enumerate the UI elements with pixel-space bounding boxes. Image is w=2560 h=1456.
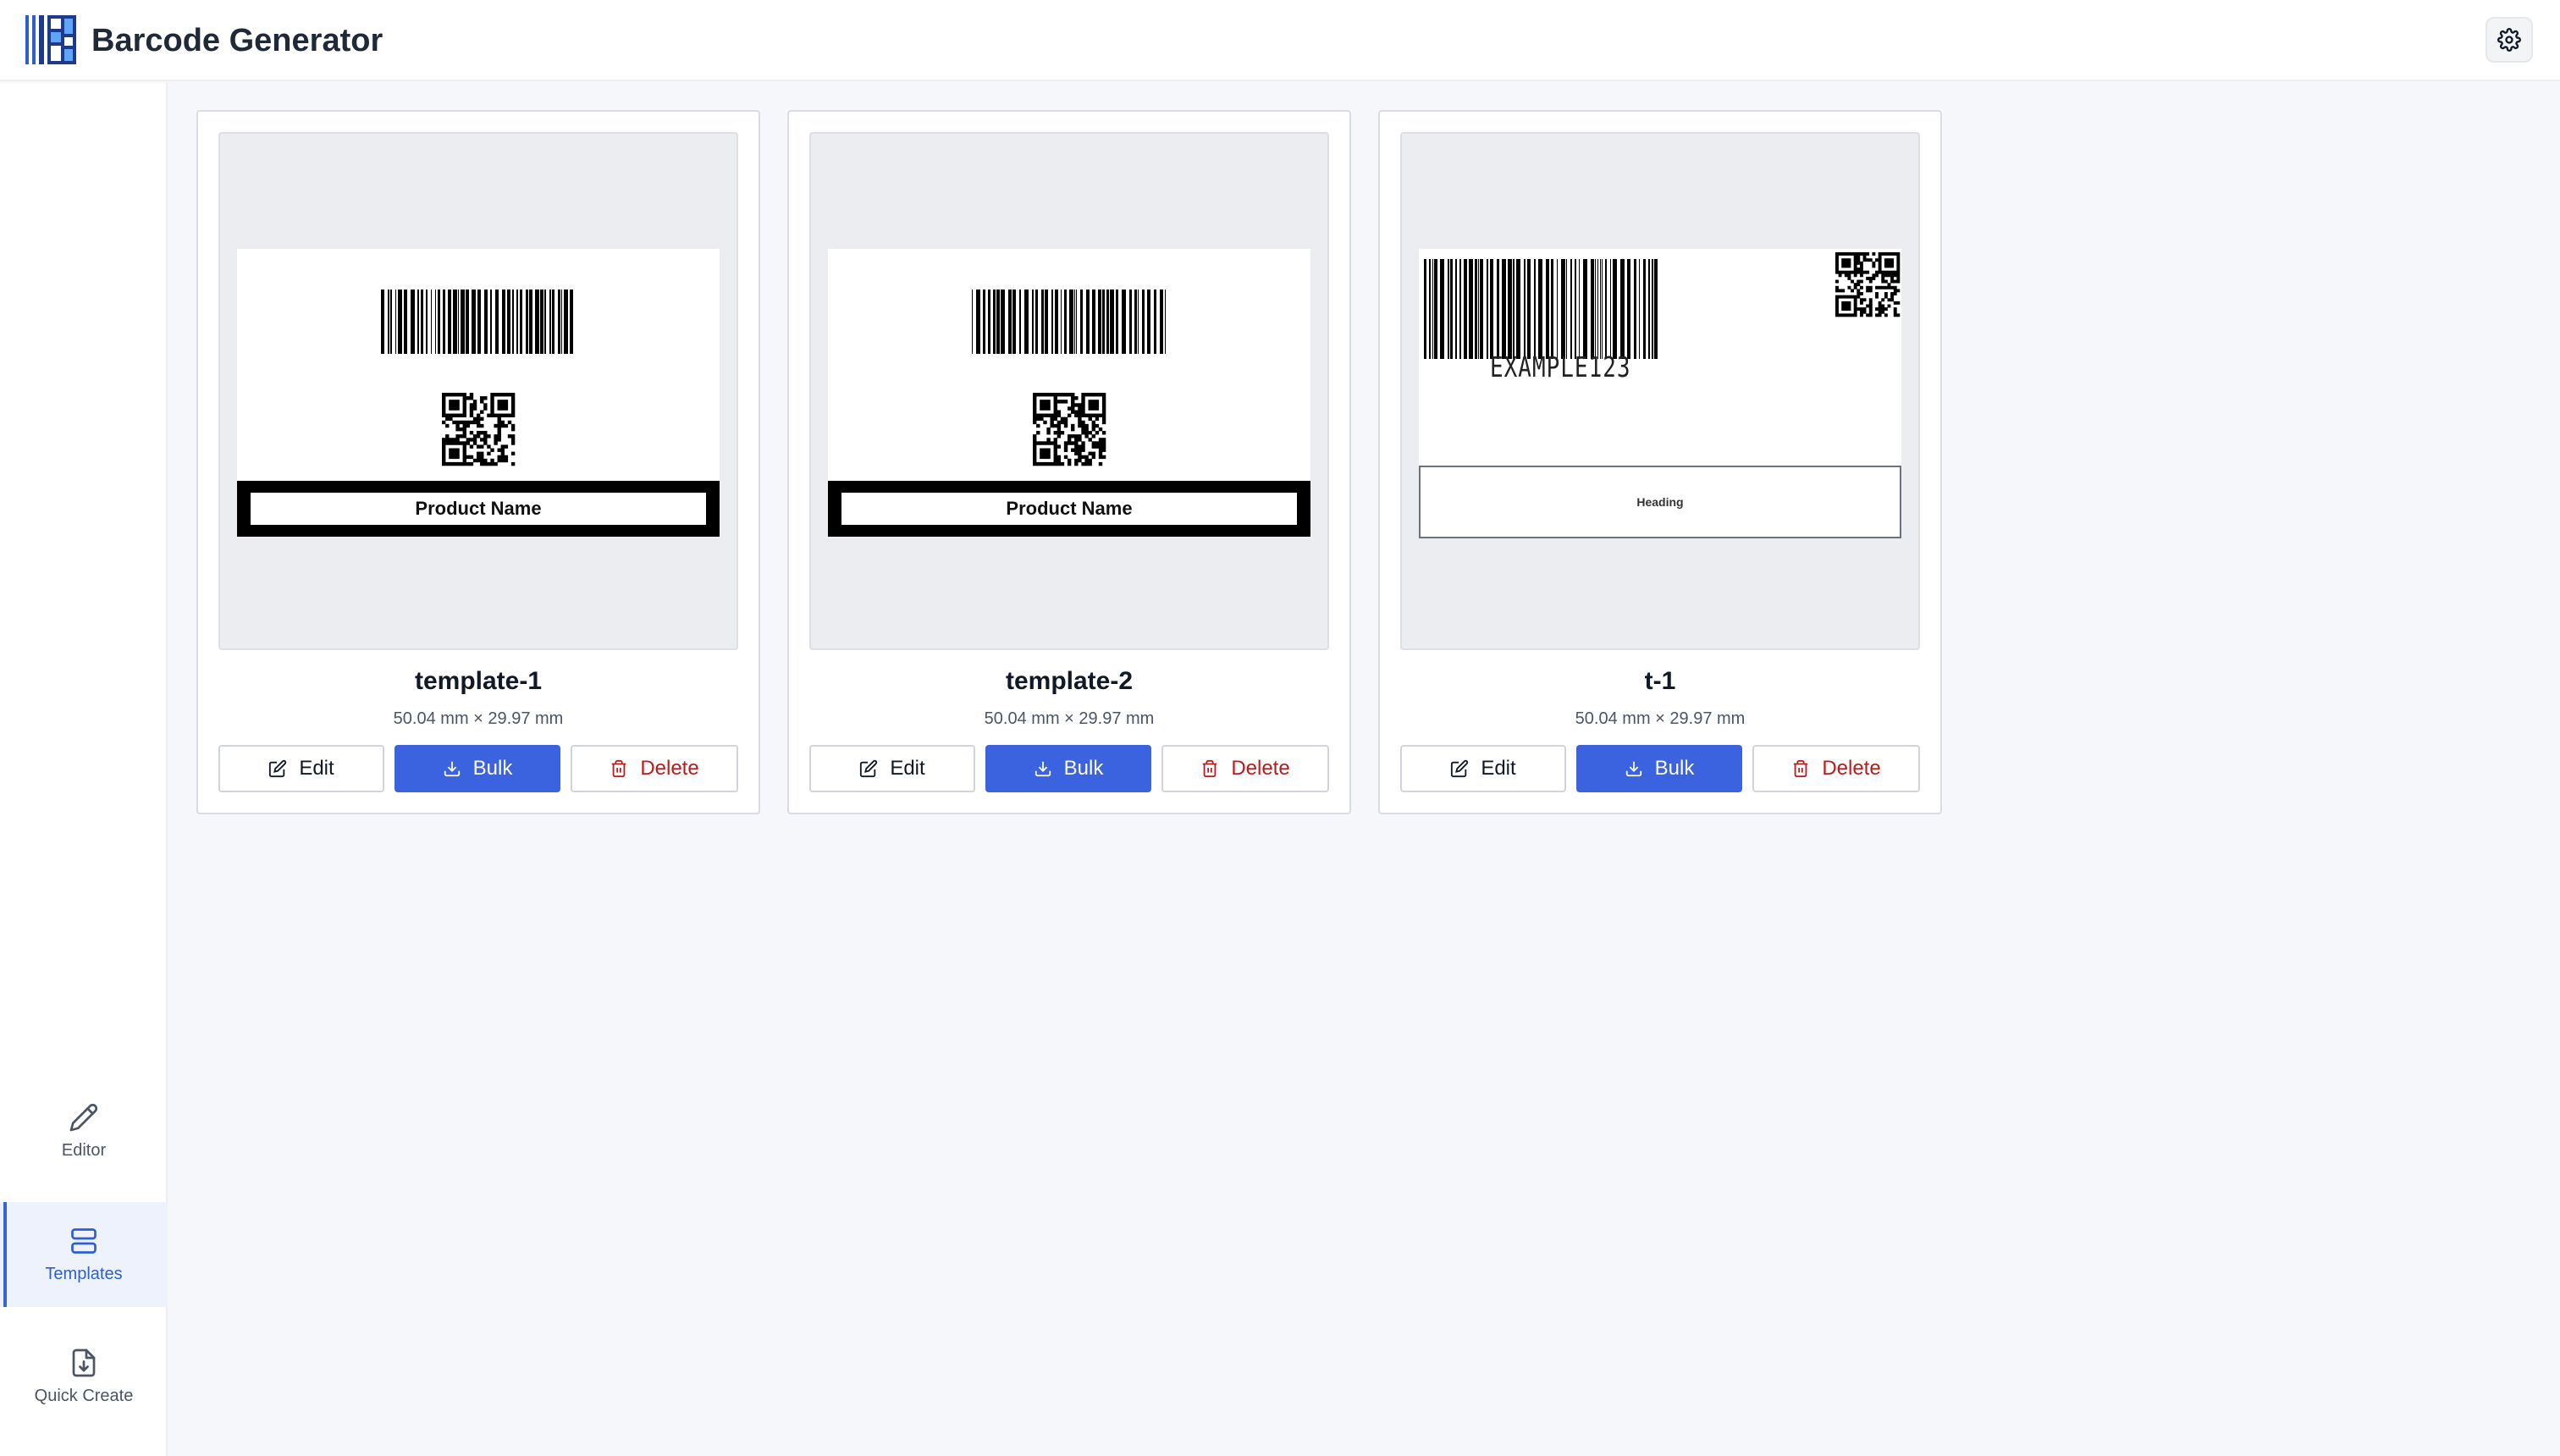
bulk-button[interactable]: Bulk — [394, 745, 560, 792]
file-download-icon — [72, 1348, 96, 1376]
template-dimensions: 50.04 mm × 29.97 mm — [1575, 709, 1746, 728]
edit-label: Edit — [890, 757, 925, 780]
label-preview: Product Name — [828, 249, 1310, 537]
download-icon — [1625, 761, 1641, 777]
trash-icon — [1203, 759, 1217, 778]
bulk-button[interactable]: Bulk — [1576, 745, 1742, 792]
product-name-text: Product Name — [841, 493, 1297, 525]
edit-button[interactable]: Edit — [1400, 745, 1566, 792]
template-card: Product Name template-2 50.04 mm × 29.97… — [787, 110, 1351, 814]
template-dimensions: 50.04 mm × 29.97 mm — [393, 709, 564, 728]
template-preview[interactable]: Product Name — [809, 132, 1329, 650]
edit-icon — [860, 759, 878, 778]
template-card: Product Name template-1 50.04 mm × 29.97… — [196, 110, 760, 814]
bulk-button[interactable]: Bulk — [985, 745, 1151, 792]
template-name: template-1 — [414, 667, 543, 695]
delete-label: Delete — [640, 757, 699, 780]
heading-box: Heading — [1419, 466, 1901, 538]
app-title: Barcode Generator — [91, 23, 383, 58]
bulk-label: Bulk — [1654, 757, 1695, 780]
label-preview: EXAMPLE123 Heading — [1419, 249, 1901, 538]
edit-label: Edit — [299, 757, 334, 780]
product-name-band: Product Name — [828, 481, 1310, 537]
sidebar-item-quick-create[interactable]: Quick Create — [0, 1324, 168, 1429]
stack-icon — [71, 1227, 97, 1254]
download-icon — [1034, 761, 1051, 777]
delete-label: Delete — [1822, 757, 1881, 780]
sidebar-item-editor[interactable]: Editor — [0, 1078, 168, 1183]
gear-icon — [2497, 28, 2521, 52]
sidebar-item-templates[interactable]: Templates — [0, 1202, 168, 1307]
template-name: t-1 — [1644, 667, 1676, 695]
app-header: Barcode Generator — [0, 0, 2560, 81]
heading-text: Heading — [1636, 495, 1684, 509]
edit-icon — [269, 759, 287, 778]
template-preview[interactable]: EXAMPLE123 Heading — [1400, 132, 1920, 650]
product-name-band: Product Name — [237, 481, 720, 537]
pencil-icon — [69, 1103, 98, 1131]
barcode-text: EXAMPLE123 — [1490, 352, 1631, 384]
edit-icon — [1451, 759, 1469, 778]
sidebar-item-label: Editor — [61, 1140, 107, 1160]
barcode-logo-icon — [25, 15, 76, 64]
sidebar-item-label: Templates — [45, 1264, 123, 1283]
delete-button[interactable]: Delete — [1161, 745, 1329, 792]
delete-button[interactable]: Delete — [571, 745, 738, 792]
template-preview[interactable]: Product Name — [218, 132, 738, 650]
delete-button[interactable]: Delete — [1752, 745, 1920, 792]
product-name-text: Product Name — [251, 493, 706, 525]
sidebar-item-label: Quick Create — [34, 1386, 134, 1405]
bulk-label: Bulk — [472, 757, 513, 780]
settings-button[interactable] — [2486, 17, 2533, 63]
bulk-label: Bulk — [1063, 757, 1104, 780]
template-name: template-2 — [1005, 667, 1134, 695]
edit-button[interactable]: Edit — [218, 745, 384, 792]
sidebar: Editor Templates Quick Create — [0, 83, 168, 1456]
trash-icon — [1794, 759, 1808, 778]
edit-label: Edit — [1481, 757, 1516, 780]
label-preview: Product Name — [237, 249, 720, 537]
edit-button[interactable]: Edit — [809, 745, 975, 792]
download-icon — [444, 761, 460, 777]
trash-icon — [612, 759, 626, 778]
delete-label: Delete — [1231, 757, 1290, 780]
template-dimensions: 50.04 mm × 29.97 mm — [984, 709, 1155, 728]
template-card: EXAMPLE123 Heading t-1 50.04 mm × 29.97 … — [1378, 110, 1942, 814]
